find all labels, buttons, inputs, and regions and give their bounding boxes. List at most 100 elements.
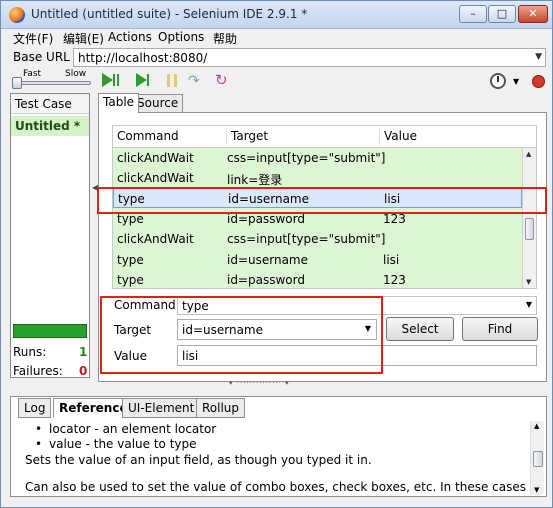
scrollbar-thumb[interactable] (525, 218, 534, 240)
tab-source[interactable]: Source (132, 94, 184, 112)
chevron-down-icon[interactable]: ▼ (365, 324, 371, 333)
cell-value: lisi (384, 192, 401, 206)
base-url-value: http://localhost:8080/ (78, 51, 208, 65)
cell-target: id=username (227, 253, 308, 267)
table-row[interactable]: clickAndWait link=登录 (113, 168, 522, 188)
failures-label: Failures: (13, 364, 63, 378)
reference-bullet: locator - an element locator (35, 421, 216, 437)
record-icon[interactable] (529, 72, 547, 90)
column-header-command[interactable]: Command (117, 129, 179, 143)
speed-fast-label: Fast (23, 69, 42, 79)
column-header-target[interactable]: Target (226, 129, 268, 145)
table-row[interactable]: type id=username lisi (113, 250, 522, 270)
scroll-up-icon[interactable]: ▲ (534, 422, 539, 430)
play-suite-icon[interactable] (101, 72, 119, 90)
splitter-handle[interactable]: ▾ ·············· ▾ (229, 379, 290, 387)
reference-description: Can also be used to set the value of com… (25, 480, 527, 494)
tab-ui-element[interactable]: UI-Element (122, 398, 201, 418)
cell-command: clickAndWait (117, 171, 194, 185)
step-icon[interactable]: ↷ (186, 72, 204, 90)
menu-actions[interactable]: Actions (108, 30, 152, 44)
cell-target: id=password (227, 212, 305, 226)
select-button[interactable]: Select (386, 317, 454, 341)
reference-bullet: value - the value to type (35, 436, 196, 452)
menu-bar: 文件(F) 编辑(E) Actions Options 帮助 (1, 29, 552, 47)
cell-target: id=password (227, 273, 305, 287)
table-row[interactable]: clickAndWait css=input[type="submit"] (113, 148, 522, 168)
scroll-down-icon[interactable]: ▼ (534, 486, 539, 494)
menu-help[interactable]: 帮助 (213, 30, 237, 47)
selenium-ide-window: Untitled (untitled suite) - Selenium IDE… (0, 0, 553, 508)
table-row-selected[interactable]: type id=username lisi (113, 188, 522, 208)
tab-log[interactable]: Log (18, 398, 52, 418)
value-text: lisi (182, 349, 199, 363)
find-button[interactable]: Find (462, 317, 538, 341)
table-header: Command Target Value (113, 126, 536, 148)
table-row[interactable]: type id=password 123 (113, 270, 522, 288)
chevron-down-icon[interactable]: ▼ (513, 77, 519, 86)
table-row[interactable]: type id=password 123 (113, 209, 522, 229)
runs-count: 1 (79, 345, 88, 359)
firefox-app-icon (9, 7, 25, 23)
play-test-case-icon[interactable] (135, 72, 153, 90)
command-input[interactable]: type ▼ (177, 296, 537, 315)
menu-options[interactable]: Options (158, 30, 204, 44)
cell-command: type (117, 273, 144, 287)
failures-count: 0 (79, 364, 88, 378)
base-url-input[interactable]: http://localhost:8080/ ▼ (73, 48, 546, 67)
cell-target: css=input[type="submit"] (227, 232, 386, 246)
reference-scrollbar[interactable]: ▲ ▼ (530, 421, 544, 495)
command-table: Command Target Value clickAndWait css=in… (112, 125, 537, 289)
scroll-up-icon[interactable]: ▲ (526, 150, 531, 158)
table-row[interactable]: clickAndWait css=input[type="submit"] (113, 229, 522, 249)
schedule-clock-icon[interactable] (489, 72, 507, 90)
cell-command: type (117, 212, 144, 226)
column-header-value[interactable]: Value (379, 129, 417, 145)
cell-target: id=username (228, 192, 309, 206)
speed-slider-handle[interactable] (12, 77, 22, 89)
test-case-header: Test Case (11, 94, 89, 114)
target-label: Target (114, 323, 152, 337)
cell-target: link=登录 (227, 173, 283, 187)
test-case-item[interactable]: Untitled * (11, 116, 89, 136)
tab-table[interactable]: Table (98, 93, 140, 113)
cell-command: clickAndWait (117, 232, 194, 246)
chevron-down-icon[interactable]: ▼ (535, 52, 542, 62)
menu-file[interactable]: 文件(F) (13, 30, 53, 47)
reference-description: Sets the value of an input field, as tho… (25, 453, 372, 467)
speed-slider[interactable] (15, 81, 91, 85)
cell-value: 123 (383, 212, 406, 226)
cell-value: lisi (383, 253, 400, 267)
value-label: Value (114, 349, 147, 363)
scrollbar-thumb[interactable] (533, 451, 543, 467)
minimize-icon: – (470, 7, 476, 20)
cell-command: type (118, 192, 145, 206)
close-icon: ✕ (528, 7, 538, 20)
toolbar: Fast Slow ↷ ↻ ▼ (1, 69, 552, 93)
table-scrollbar[interactable]: ▲ ▼ (522, 148, 536, 288)
target-input[interactable]: id=username ▼ (177, 319, 377, 340)
base-url-label: Base URL (13, 50, 70, 64)
scroll-down-icon[interactable]: ▼ (526, 278, 531, 286)
base-url-row: Base URL http://localhost:8080/ ▼ (1, 47, 552, 69)
maximize-icon: □ (496, 7, 508, 20)
chevron-down-icon[interactable]: ▼ (526, 300, 532, 309)
minimize-button[interactable]: – (459, 5, 487, 23)
close-button[interactable]: ✕ (518, 5, 548, 23)
target-value: id=username (182, 323, 263, 337)
tab-rollup[interactable]: Rollup (196, 398, 246, 418)
cell-target: css=input[type="submit"] (227, 151, 386, 165)
command-label: Command (114, 298, 176, 312)
title-bar: Untitled (untitled suite) - Selenium IDE… (1, 1, 552, 29)
reference-content: locator - an element locator value - the… (19, 421, 527, 495)
maximize-button[interactable]: □ (488, 5, 516, 23)
rollup-icon[interactable]: ↻ (213, 72, 231, 90)
cell-value: 123 (383, 273, 406, 287)
run-progress-bar (13, 324, 87, 338)
command-value: type (182, 299, 209, 313)
cell-command: clickAndWait (117, 151, 194, 165)
speed-slow-label: Slow (65, 69, 87, 79)
pause-icon[interactable] (164, 72, 182, 90)
menu-edit[interactable]: 编辑(E) (63, 30, 104, 47)
value-input[interactable]: lisi (177, 345, 537, 366)
